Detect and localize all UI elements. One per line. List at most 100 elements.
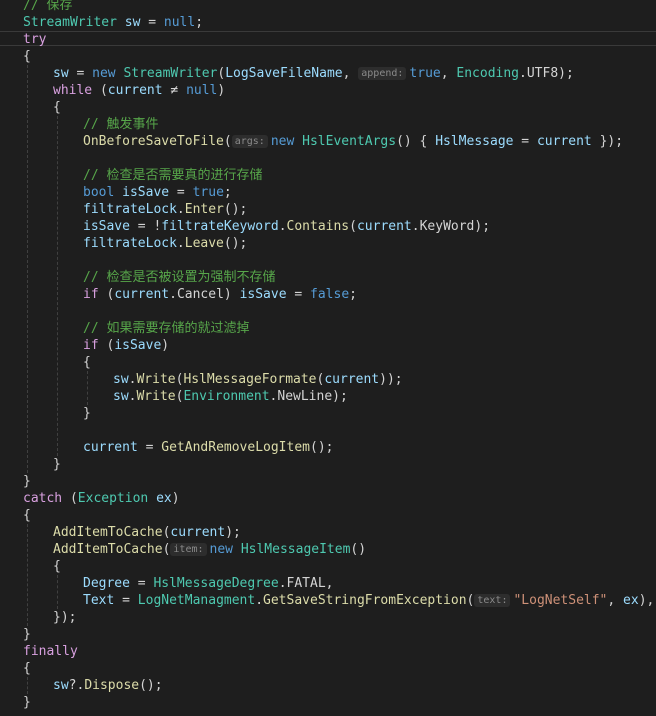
code-line[interactable]: if (current.Cancel) isSave = false; [0, 286, 656, 303]
code-token: , [325, 576, 334, 591]
code-line[interactable]: Degree = HslMessageDegree.FATAL, [0, 575, 656, 592]
code-line[interactable] [0, 150, 656, 167]
code-line[interactable]: sw.Write(HslMessageFormate(current)); [0, 371, 656, 388]
code-line[interactable]: // 触发事件 [0, 116, 656, 133]
code-line[interactable]: try [0, 31, 656, 47]
code-token: ( [98, 338, 115, 353]
code-token: finally [23, 644, 78, 659]
parameter-hint: args: [231, 135, 268, 148]
code-token: ( [162, 542, 171, 557]
code-line[interactable]: filtrateLock.Leave(); [0, 235, 656, 252]
code-comment: // 触发事件 [83, 117, 159, 132]
code-token: . [411, 219, 420, 234]
code-line[interactable]: // 如果需要存储的就过滤掉 [0, 320, 656, 337]
code-token: ( [466, 593, 475, 608]
code-line[interactable] [0, 303, 656, 320]
code-token: Degree [83, 576, 130, 591]
code-line[interactable]: // 检查是否被设置为强制不存储 [0, 269, 656, 286]
code-line[interactable]: catch (Exception ex) [0, 490, 656, 507]
code-token: Environment [183, 389, 270, 404]
code-line[interactable]: // 检查是否需要真的进行存储 [0, 167, 656, 184]
code-line[interactable]: sw?.Dispose(); [0, 677, 656, 694]
code-token: { [83, 355, 91, 370]
code-token: current [324, 372, 380, 387]
code-token: HslMessageFormate [183, 372, 317, 387]
code-line[interactable]: } [0, 473, 656, 490]
code-token: ≠ [162, 83, 187, 98]
code-line[interactable]: { [0, 507, 656, 524]
code-token: } [83, 406, 91, 421]
code-token: . [169, 287, 177, 302]
code-token: { [53, 559, 61, 574]
code-line[interactable]: } [0, 405, 656, 422]
code-token: StreamWriter [123, 66, 218, 81]
code-token: { [23, 508, 31, 523]
code-line[interactable]: Text = LogNetManagment.GetSaveStringFrom… [0, 592, 656, 609]
code-token: if [83, 338, 99, 353]
code-token: . [255, 593, 264, 608]
code-token: null [186, 83, 218, 98]
code-line[interactable]: } [0, 456, 656, 473]
code-token: () [350, 542, 367, 557]
code-line[interactable]: AddItemToCache(item: new HslMessageItem() [0, 541, 656, 558]
code-line[interactable]: }); [0, 609, 656, 626]
code-token: UTF8 [526, 66, 559, 81]
code-line[interactable]: if (isSave) [0, 337, 656, 354]
code-line[interactable]: { [0, 660, 656, 677]
code-token: ( [223, 134, 232, 149]
code-token: , [607, 593, 624, 608]
code-token: if [83, 287, 99, 302]
code-token: = [513, 134, 537, 149]
code-token: isSave [114, 338, 162, 353]
code-line[interactable]: filtrateLock.Enter(); [0, 201, 656, 218]
code-line[interactable]: sw = new StreamWriter(LogSaveFileName, a… [0, 65, 656, 82]
code-token: . [519, 66, 527, 81]
code-token: HslMessageDegree [153, 576, 279, 591]
code-token: ) [161, 338, 170, 353]
code-token: new [270, 134, 295, 149]
code-line[interactable]: isSave = !filtrateKeyword.Contains(curre… [0, 218, 656, 235]
code-line[interactable]: current = GetAndRemoveLogItem(); [0, 439, 656, 456]
code-line[interactable]: while (current ≠ null) [0, 82, 656, 99]
code-token: , [342, 66, 359, 81]
code-token: true [192, 185, 224, 200]
code-line[interactable]: } [0, 626, 656, 643]
code-comment: // 检查是否被设置为强制不存储 [83, 270, 276, 285]
code-line[interactable]: sw.Write(Environment.NewLine); [0, 388, 656, 405]
code-token: Write [136, 389, 176, 404]
code-line[interactable]: } [0, 694, 656, 711]
code-token: ) [171, 491, 180, 506]
code-line[interactable]: AddItemToCache(current); [0, 524, 656, 541]
code-token: ) [223, 287, 240, 302]
code-line[interactable]: StreamWriter sw = null; [0, 14, 656, 31]
code-line[interactable]: { [0, 48, 656, 65]
code-token: }); [591, 134, 624, 149]
code-token: (); [223, 202, 248, 217]
code-token: HslMessage [435, 134, 514, 149]
code-token: AddItemToCache [53, 525, 163, 540]
code-token: StreamWriter [23, 15, 117, 30]
parameter-hint: append: [358, 67, 407, 80]
code-token: } [53, 457, 61, 472]
code-token: false [310, 287, 350, 302]
code-token: ); [474, 219, 491, 234]
code-token: ?. [68, 678, 85, 693]
code-token: Leave [184, 236, 224, 251]
code-token: ); [332, 389, 348, 404]
code-line[interactable]: finally [0, 643, 656, 660]
code-token: (); [139, 678, 163, 693]
code-token: current [536, 134, 592, 149]
code-line[interactable] [0, 252, 656, 269]
code-line[interactable]: { [0, 99, 656, 116]
code-token: . [278, 219, 287, 234]
code-token: } [23, 474, 31, 489]
code-line[interactable] [0, 422, 656, 439]
code-line[interactable]: // 保存 [0, 0, 656, 14]
code-token: ; [223, 185, 232, 200]
code-line[interactable]: { [0, 558, 656, 575]
code-line[interactable]: { [0, 354, 656, 371]
code-line[interactable]: bool isSave = true; [0, 184, 656, 201]
code-token: Contains [286, 219, 350, 234]
code-line[interactable]: OnBeforeSaveToFile(args: new HslEventArgs… [0, 133, 656, 150]
code-editor[interactable]: // 保存 StreamWriter sw = null; try{sw = new… [0, 0, 656, 716]
